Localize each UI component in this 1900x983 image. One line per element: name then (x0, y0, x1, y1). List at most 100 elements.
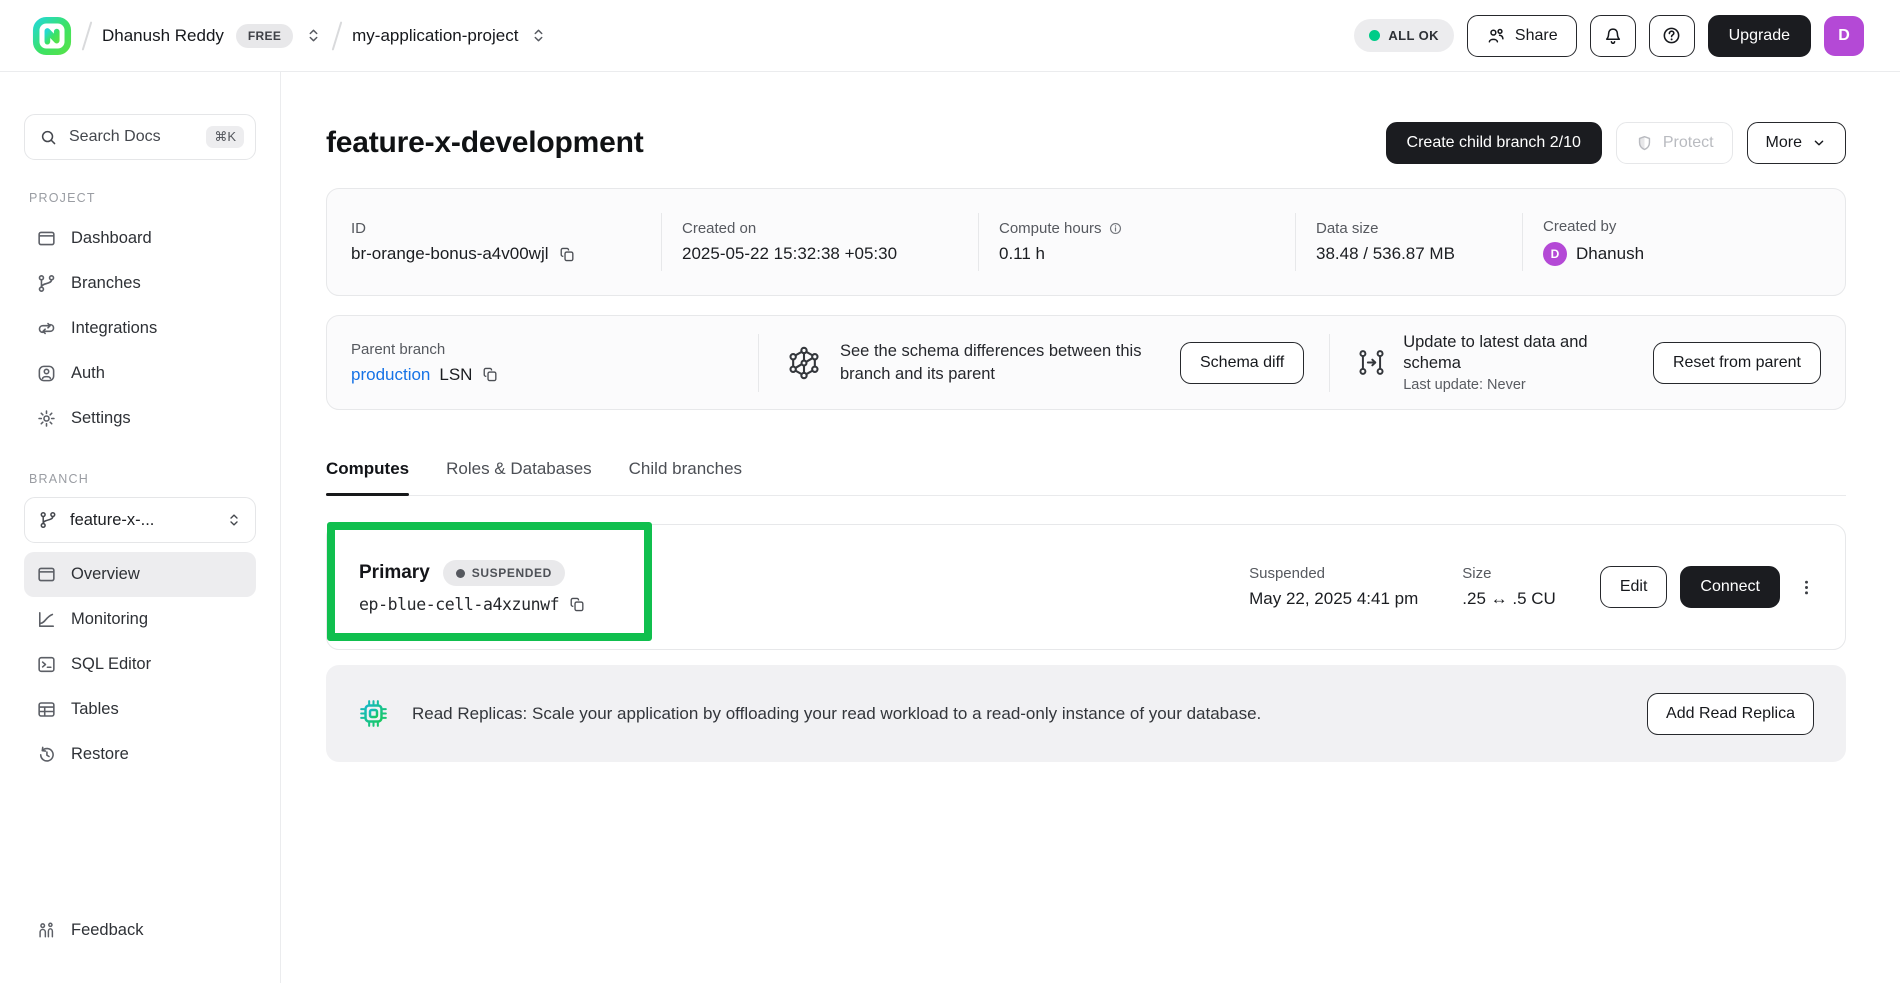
people-icon (1486, 26, 1506, 46)
field-label: Data size (1316, 220, 1522, 237)
parent-branch-bar: Parent branch production LSN See the sch… (326, 315, 1846, 410)
tab-child-branches[interactable]: Child branches (629, 459, 742, 495)
compute-row: Primary SUSPENDED ep-blue-cell-a4xzunwf (326, 524, 1846, 650)
overview-icon (36, 564, 57, 585)
sidebar-item-branches[interactable]: Branches (24, 261, 256, 306)
edit-compute-button[interactable]: Edit (1600, 566, 1668, 608)
search-icon (39, 128, 58, 147)
read-replicas-panel: Read Replicas: Scale your application by… (326, 665, 1846, 762)
created-on-value: 2025-05-22 15:32:38 +05:30 (682, 244, 978, 264)
chevron-updown-icon (530, 27, 547, 44)
app-window: Dhanush Reddy FREE my-application-projec… (0, 0, 1900, 983)
parent-branch-link[interactable]: production (351, 365, 430, 385)
search-placeholder: Search Docs (69, 128, 161, 146)
tab-computes[interactable]: Computes (326, 459, 409, 495)
project-name: my-application-project (352, 26, 518, 46)
sidebar: Search Docs ⌘K PROJECT Dashboard Branche… (0, 72, 281, 983)
read-replicas-description: Read Replicas: Scale your application by… (412, 704, 1261, 724)
sidebar-item-label: Branches (71, 274, 141, 293)
branch-section-label: BRANCH (29, 472, 256, 486)
branch-selector[interactable]: feature-x-... (24, 497, 256, 543)
more-button-label: More (1766, 134, 1802, 152)
compute-status-label: SUSPENDED (472, 566, 552, 580)
breadcrumb-org[interactable]: Dhanush Reddy FREE (102, 24, 322, 48)
sidebar-item-feedback[interactable]: Feedback (24, 908, 256, 953)
sidebar-item-restore[interactable]: Restore (24, 732, 256, 777)
reset-from-parent-button[interactable]: Reset from parent (1653, 342, 1821, 384)
schema-diff-button[interactable]: Schema diff (1180, 342, 1304, 384)
terminal-icon (36, 654, 57, 675)
sidebar-item-label: Monitoring (71, 610, 148, 629)
status-badge-label: ALL OK (1388, 28, 1439, 43)
sidebar-item-monitoring[interactable]: Monitoring (24, 597, 256, 642)
sidebar-item-sql-editor[interactable]: SQL Editor (24, 642, 256, 687)
sidebar-item-settings[interactable]: Settings (24, 396, 256, 441)
sidebar-item-overview[interactable]: Overview (24, 552, 256, 597)
sidebar-item-tables[interactable]: Tables (24, 687, 256, 732)
bell-icon (1603, 26, 1623, 46)
copy-icon[interactable] (481, 365, 500, 384)
compute-hours-value: 0.11 h (999, 244, 1295, 264)
table-icon (36, 699, 57, 720)
help-button[interactable] (1649, 15, 1695, 57)
auth-icon (36, 363, 57, 384)
copy-icon[interactable] (568, 595, 587, 614)
top-header: Dhanush Reddy FREE my-application-projec… (0, 0, 1900, 72)
sidebar-item-dashboard[interactable]: Dashboard (24, 216, 256, 261)
sidebar-item-integrations[interactable]: Integrations (24, 306, 256, 351)
breadcrumb-divider (82, 21, 93, 50)
field-label: Created by (1543, 218, 1644, 235)
user-avatar[interactable]: D (1824, 16, 1864, 56)
notifications-button[interactable] (1590, 15, 1636, 57)
creator-name: Dhanush (1576, 244, 1644, 264)
more-button[interactable]: More (1747, 122, 1846, 164)
shield-icon (1635, 134, 1654, 153)
compute-identity: Primary SUSPENDED ep-blue-cell-a4xzunwf (359, 560, 587, 614)
tab-roles-databases[interactable]: Roles & Databases (446, 459, 592, 495)
header-actions: ALL OK Share Upgrade D (1354, 15, 1864, 57)
status-badge[interactable]: ALL OK (1354, 19, 1454, 52)
chart-icon (36, 609, 57, 630)
sidebar-item-label: Tables (71, 700, 119, 719)
field-label: Size (1462, 565, 1556, 582)
create-child-branch-button[interactable]: Create child branch 2/10 (1386, 122, 1602, 164)
field-label: Compute hours (999, 220, 1102, 237)
breadcrumb-divider (332, 21, 343, 50)
question-icon (1661, 25, 1682, 46)
kebab-menu-icon[interactable] (1793, 566, 1819, 608)
main-content: feature-x-development Create child branc… (281, 72, 1900, 983)
connect-button[interactable]: Connect (1680, 566, 1780, 608)
share-button-label: Share (1515, 27, 1558, 45)
breadcrumb-project[interactable]: my-application-project (352, 26, 547, 46)
branch-tabs: Computes Roles & Databases Child branche… (326, 459, 1846, 496)
sidebar-item-label: Dashboard (71, 229, 152, 248)
sidebar-item-label: Overview (71, 565, 140, 584)
sidebar-item-label: SQL Editor (71, 655, 151, 674)
sidebar-item-auth[interactable]: Auth (24, 351, 256, 396)
plan-badge: FREE (236, 24, 293, 48)
add-read-replica-button[interactable]: Add Read Replica (1647, 693, 1814, 735)
protect-button: Protect (1616, 122, 1733, 164)
search-docs-input[interactable]: Search Docs ⌘K (24, 114, 256, 160)
share-button[interactable]: Share (1467, 15, 1577, 57)
reset-branch-icon (1355, 346, 1388, 379)
branch-id-value: br-orange-bonus-a4v00wjl (351, 244, 549, 264)
info-icon[interactable] (1108, 221, 1123, 236)
org-name: Dhanush Reddy (102, 26, 224, 46)
sidebar-item-label: Auth (71, 364, 105, 383)
compute-suspended-field: Suspended May 22, 2025 4:41 pm (1249, 558, 1418, 616)
feedback-people-icon (36, 920, 57, 941)
last-update-text: Last update: Never (1403, 377, 1639, 393)
upgrade-button[interactable]: Upgrade (1708, 15, 1811, 57)
info-field-compute-hours: Compute hours 0.11 h (979, 213, 1295, 271)
branch-icon (36, 273, 57, 294)
copy-icon[interactable] (558, 245, 577, 264)
protect-button-label: Protect (1663, 134, 1714, 152)
sidebar-item-label: Settings (71, 409, 131, 428)
compute-name: Primary (359, 562, 430, 584)
neon-logo-icon[interactable] (32, 16, 72, 56)
branch-selector-value: feature-x-... (70, 511, 154, 530)
compute-size-value: .25 ↔ .5 CU (1462, 589, 1556, 609)
integrations-icon (36, 318, 57, 339)
divider (1329, 334, 1330, 392)
